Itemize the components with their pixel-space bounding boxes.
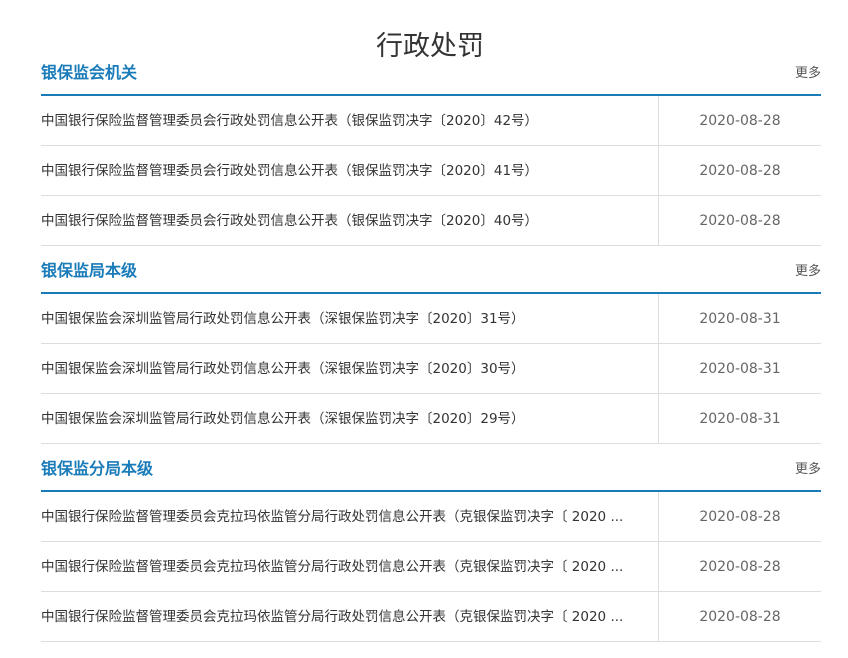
- section-header: 银保监局本级 更多: [41, 252, 821, 294]
- list-item[interactable]: 中国银行保险监督管理委员会克拉玛依监管分局行政处罚信息公开表（克银保监罚决字〔 …: [41, 542, 821, 592]
- list-item-date: 2020-08-28: [699, 113, 781, 129]
- list-item-title[interactable]: 中国银保监会深圳监管局行政处罚信息公开表（深银保监罚决字〔2020〕29号）: [41, 409, 646, 429]
- list-item[interactable]: 中国银行保险监督管理委员会克拉玛依监管分局行政处罚信息公开表（克银保监罚决字〔 …: [41, 492, 821, 542]
- list-item-date: 2020-08-28: [699, 609, 781, 625]
- list-item-title[interactable]: 中国银行保险监督管理委员会克拉玛依监管分局行政处罚信息公开表（克银保监罚决字〔 …: [41, 607, 646, 627]
- list-item-date: 2020-08-28: [699, 559, 781, 575]
- section-title: 银保监局本级: [41, 261, 138, 280]
- list-item-date: 2020-08-31: [699, 311, 781, 327]
- more-link[interactable]: 更多: [795, 64, 821, 84]
- list-item[interactable]: 中国银行保险监督管理委员会行政处罚信息公开表（银保监罚决字〔2020〕41号） …: [41, 146, 821, 196]
- list-item[interactable]: 中国银保监会深圳监管局行政处罚信息公开表（深银保监罚决字〔2020〕29号） 2…: [41, 394, 821, 444]
- section-yinbaojianhui-jiguan: 银保监会机关 更多 中国银行保险监督管理委员会行政处罚信息公开表（银保监罚决字〔…: [41, 54, 821, 246]
- list-item-title[interactable]: 中国银行保险监督管理委员会克拉玛依监管分局行政处罚信息公开表（克银保监罚决字〔 …: [41, 507, 646, 527]
- list-item[interactable]: 中国银保监会深圳监管局行政处罚信息公开表（深银保监罚决字〔2020〕31号） 2…: [41, 294, 821, 344]
- list-item[interactable]: 中国银行保险监督管理委员会行政处罚信息公开表（银保监罚决字〔2020〕40号） …: [41, 196, 821, 246]
- section-yinbaojianju-benji: 银保监局本级 更多 中国银保监会深圳监管局行政处罚信息公开表（深银保监罚决字〔2…: [41, 252, 821, 444]
- list-item-date: 2020-08-31: [699, 361, 781, 377]
- list-item[interactable]: 中国银行保险监督管理委员会行政处罚信息公开表（银保监罚决字〔2020〕42号） …: [41, 96, 821, 146]
- list-item[interactable]: 中国银行保险监督管理委员会克拉玛依监管分局行政处罚信息公开表（克银保监罚决字〔 …: [41, 592, 821, 642]
- list-item-title[interactable]: 中国银保监会深圳监管局行政处罚信息公开表（深银保监罚决字〔2020〕31号）: [41, 309, 646, 329]
- section-title: 银保监会机关: [41, 63, 138, 82]
- more-link[interactable]: 更多: [795, 262, 821, 282]
- section-yinbaojian-fenju-benji: 银保监分局本级 更多 中国银行保险监督管理委员会克拉玛依监管分局行政处罚信息公开…: [41, 450, 821, 642]
- section-header: 银保监分局本级 更多: [41, 450, 821, 492]
- more-link[interactable]: 更多: [795, 460, 821, 480]
- list-item-title[interactable]: 中国银保监会深圳监管局行政处罚信息公开表（深银保监罚决字〔2020〕30号）: [41, 359, 646, 379]
- list-item-date: 2020-08-28: [699, 213, 781, 229]
- list-item-title[interactable]: 中国银行保险监督管理委员会行政处罚信息公开表（银保监罚决字〔2020〕41号）: [41, 161, 646, 181]
- section-header: 银保监会机关 更多: [41, 54, 821, 96]
- list-item-title[interactable]: 中国银行保险监督管理委员会行政处罚信息公开表（银保监罚决字〔2020〕40号）: [41, 211, 646, 231]
- list-item-title[interactable]: 中国银行保险监督管理委员会克拉玛依监管分局行政处罚信息公开表（克银保监罚决字〔 …: [41, 557, 646, 577]
- list-item-title[interactable]: 中国银行保险监督管理委员会行政处罚信息公开表（银保监罚决字〔2020〕42号）: [41, 111, 646, 131]
- list-item-date: 2020-08-31: [699, 411, 781, 427]
- list-item[interactable]: 中国银保监会深圳监管局行政处罚信息公开表（深银保监罚决字〔2020〕30号） 2…: [41, 344, 821, 394]
- list-item-date: 2020-08-28: [699, 163, 781, 179]
- list-item-date: 2020-08-28: [699, 509, 781, 525]
- section-title: 银保监分局本级: [41, 459, 154, 478]
